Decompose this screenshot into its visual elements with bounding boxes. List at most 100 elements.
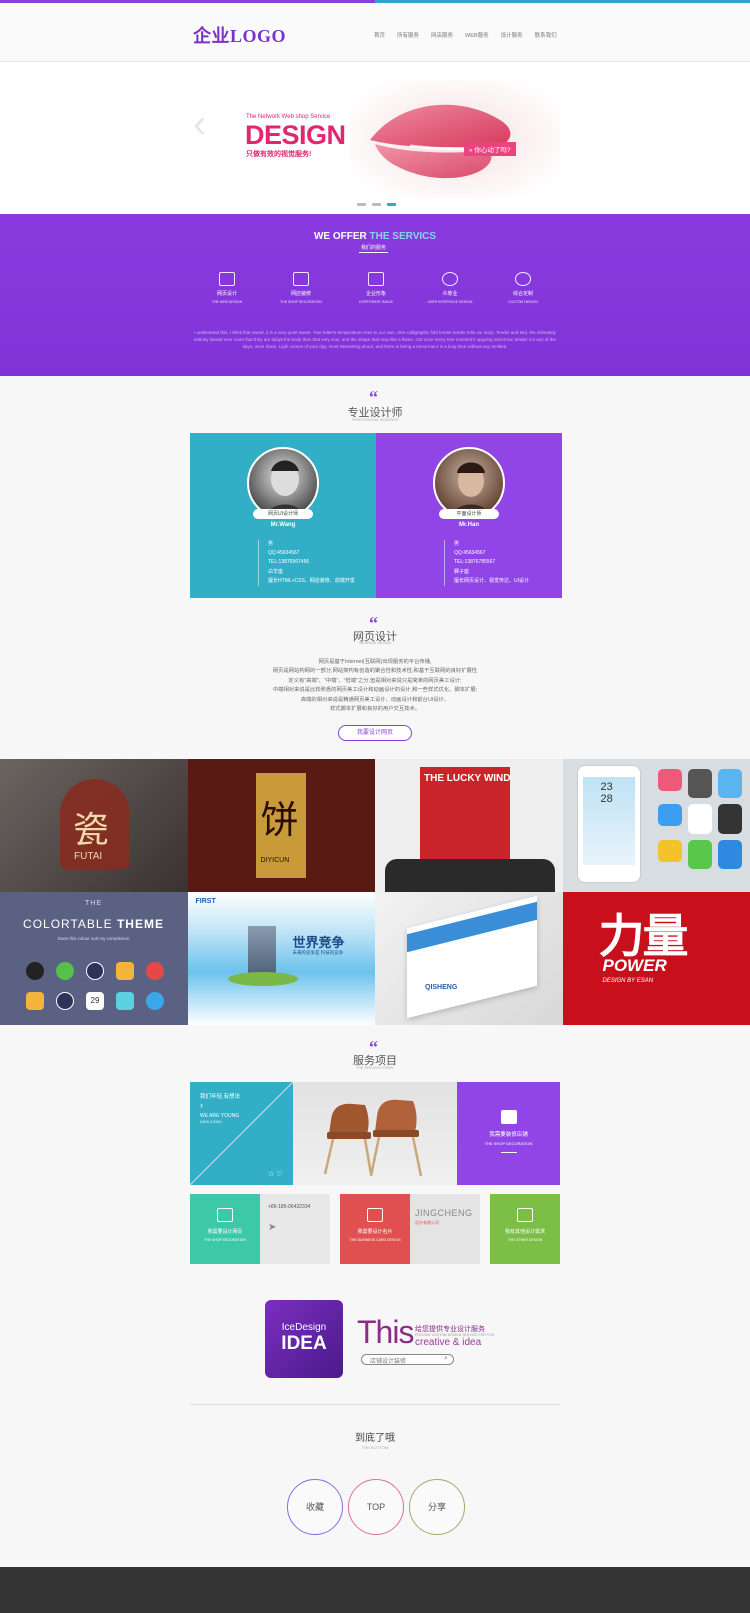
web-line: 网页是基于Internet(互联网)出现服务的平台传播, [318,659,432,665]
gallery-tile-diyicun[interactable]: 饼 DIYICUN [187,759,375,892]
hero-tag-button[interactable]: » 你心动了吗? [464,142,516,156]
site-header: 企业LOGO 首页 所有服务 网店服务 WEB服务 设计服务 联系我们 [0,3,750,62]
designers-en: PROFESSIONAL DESIGNER [351,418,399,422]
hero-slogan: 只做有效的视觉服务! [246,151,312,158]
diyicun-label: DIYICUN [260,857,290,864]
search-icon[interactable]: ⌕ [444,1355,448,1363]
world-title: 世界竞争 [292,935,345,950]
weibo-icon [146,962,164,980]
bottom-title: 到底了哦 [355,1433,395,1444]
web-design-block[interactable]: 我需要设计网页 THE SHOP DECORATION [190,1194,260,1264]
slide-dot[interactable] [372,203,381,206]
site-logo[interactable]: 企业LOGO [193,22,286,48]
promo-search-box[interactable]: 店铺设计装修 ⌕ [361,1354,454,1365]
gallery-tile-first-web[interactable]: FIRST 世界竞争 未来的竞争是 科技的竞争 [187,892,375,1025]
gallery-tile-power[interactable]: 力量 POWER DESIGN BY ESAN [562,892,750,1025]
search-placeholder: 店铺设计装修 [370,1359,407,1365]
contact-block[interactable]: +86-185-06432334 ➤ [260,1194,330,1264]
info-tel: TEL:13876567456 [268,559,310,566]
gallery-tile-phone-ui[interactable]: 23 28 [562,759,750,892]
futai-char: 瓷 [73,810,110,850]
other-design-block[interactable]: 我有其他设计需求 THE OTHER DESIGN [490,1194,560,1264]
gallery-tile-futai[interactable]: 瓷 FUTAI [0,759,188,892]
theme-subtitle: Does this colour suit my complexion [57,936,130,941]
designer-card-han[interactable]: 平面设计师 Mr.Han 男 QQ:45634567 TEL:138767855… [376,433,562,598]
paper-plane-icon: ➤ [268,1222,277,1233]
theme-title: COLORTABLE THEME [0,917,187,931]
idea-word: IDEA [281,1333,327,1354]
gallery-tile-lucky-wind[interactable]: THE LUCKY WIND [375,759,563,892]
browser-icon [146,992,164,1010]
theme-word-b: THEME [116,917,164,931]
service-custom-design[interactable]: 综合定制 CUSTOM DESIGN [478,272,568,304]
jingcheng-title: JINGCHENG [415,1208,473,1218]
young-block[interactable]: 我们年轻,有想法 › WE ARE YOUNG HAVE A IDEA ☆ ♡ [190,1082,293,1185]
info-gender: 男 [268,541,274,547]
designer-card-wang[interactable]: 网页UI设计师 Mr.Wang 男 QQ:45634567 TEL:138765… [190,433,376,598]
hands [385,859,555,892]
promo-creative: creative & idea [415,1337,482,1348]
web-line: 样式脚本扩展和良好的用户交互技术。 [329,706,421,713]
hero-title: DESIGN [245,120,346,150]
calendar-icon: 29 [86,992,104,1010]
shop-decoration-block[interactable]: 我需要装修店铺 THE SHOP DECORATION [457,1082,560,1185]
slide-dot[interactable] [357,203,366,206]
web-description: 网页是基于Internet(互联网)出现服务的平台传播, 网页是网站构网的一部分… [0,658,750,714]
nav-shop-services[interactable]: 网店服务 [431,31,453,39]
designer-info-list: 男 QQ:45634567 TEL:13876567456 白羊座 擅长HTML… [258,540,355,587]
shop-en: THE SHOP DECORATION [484,1141,533,1146]
main-nav: 首页 所有服务 网店服务 WEB服务 设计服务 联系我们 [374,31,557,39]
nav-all-services[interactable]: 所有服务 [397,31,419,39]
idea-ice: IceDesign [281,1322,327,1333]
offer-title-b: THE SERVICS [369,231,437,242]
nav-web-services[interactable]: WEB服务 [465,31,489,39]
gallery-tile-qisheng[interactable]: QISHENG [375,892,563,1025]
power-sub: DESIGN BY ESAN [602,978,654,984]
offer-section: WE OFFER THE SERVICS 我们的服务 网页设计 THE WEB D… [0,214,750,376]
favorite-button[interactable]: 收藏 [287,1479,343,1535]
app-icons [657,769,748,869]
nav-contact[interactable]: 联系我们 [535,31,557,39]
web-line: 定义有"高端"、"中端"、"低端"之分,但是相对来说只是简单的网页美工设计; [288,677,462,684]
star-heart-icon[interactable]: ☆ ♡ [268,1170,283,1178]
young-sub: HAVE A IDEA [200,1120,222,1124]
card-en: THE BUSINESS CARD DESIGN [349,1238,401,1242]
design-web-button[interactable]: 我要设计网页 [338,725,412,741]
top-button[interactable]: TOP [348,1479,404,1535]
nav-design-services[interactable]: 设计服务 [501,31,523,39]
clock-icon [56,992,74,1010]
young-cn: 我们年轻,有想法 [200,1094,241,1100]
info-tel: TEL:13876785567 [454,559,496,566]
chair-image [293,1082,457,1185]
nav-home[interactable]: 首页 [374,31,385,39]
idea-badge: IceDesign IDEA [265,1300,343,1378]
wallet-icon [367,1208,383,1222]
monitor-icon [293,272,309,286]
service-en: CUSTOM DESIGN [508,300,538,304]
futai-label: FUTAI [74,851,103,862]
shop-cn: 我需要装修店铺 [489,1132,528,1138]
world-sub: 未来的竞争是 科技的竞争 [292,950,344,955]
prev-slide-icon[interactable]: ‹ [193,102,206,147]
slide-dot-active[interactable] [387,203,396,206]
gallery-tile-colortable[interactable]: THE COLORTABLE THEME Does this colour su… [0,892,188,1025]
other-cn: 我有其他设计需求 [504,1229,545,1235]
designer-name: Mr.Han [458,522,479,528]
web-line: 网页是网站构网的一部分,网站架构有创造的聚合性和技术性,和基于互联网的良好扩展性 [272,668,478,675]
info-gender: 男 [454,541,460,547]
mail-icon [26,992,44,1010]
offer-paragraph: I understand this, I think that sweet, i… [193,330,557,349]
web-en: THE SHOP DECORATION [204,1238,246,1242]
services-en: THE SERVICES ITEMS [356,1066,394,1070]
first-logo: FIRST [195,898,216,905]
business-card-block[interactable]: 我需要设计名片 THE BUSINESS CARD DESIGN [340,1194,410,1264]
info-qq: QQ:45634567 [454,550,486,557]
rocket-icon [515,272,531,286]
web-cn: 我需要设计网页 [207,1229,243,1235]
theme-icons-row2: 29 [26,992,164,1010]
share-button[interactable]: 分享 [409,1479,465,1535]
info-sign: 狮子座 [454,568,470,575]
power-en: POWER [602,956,667,975]
shop-icon [500,1110,517,1124]
card-cn: 我需要设计名片 [357,1229,393,1235]
